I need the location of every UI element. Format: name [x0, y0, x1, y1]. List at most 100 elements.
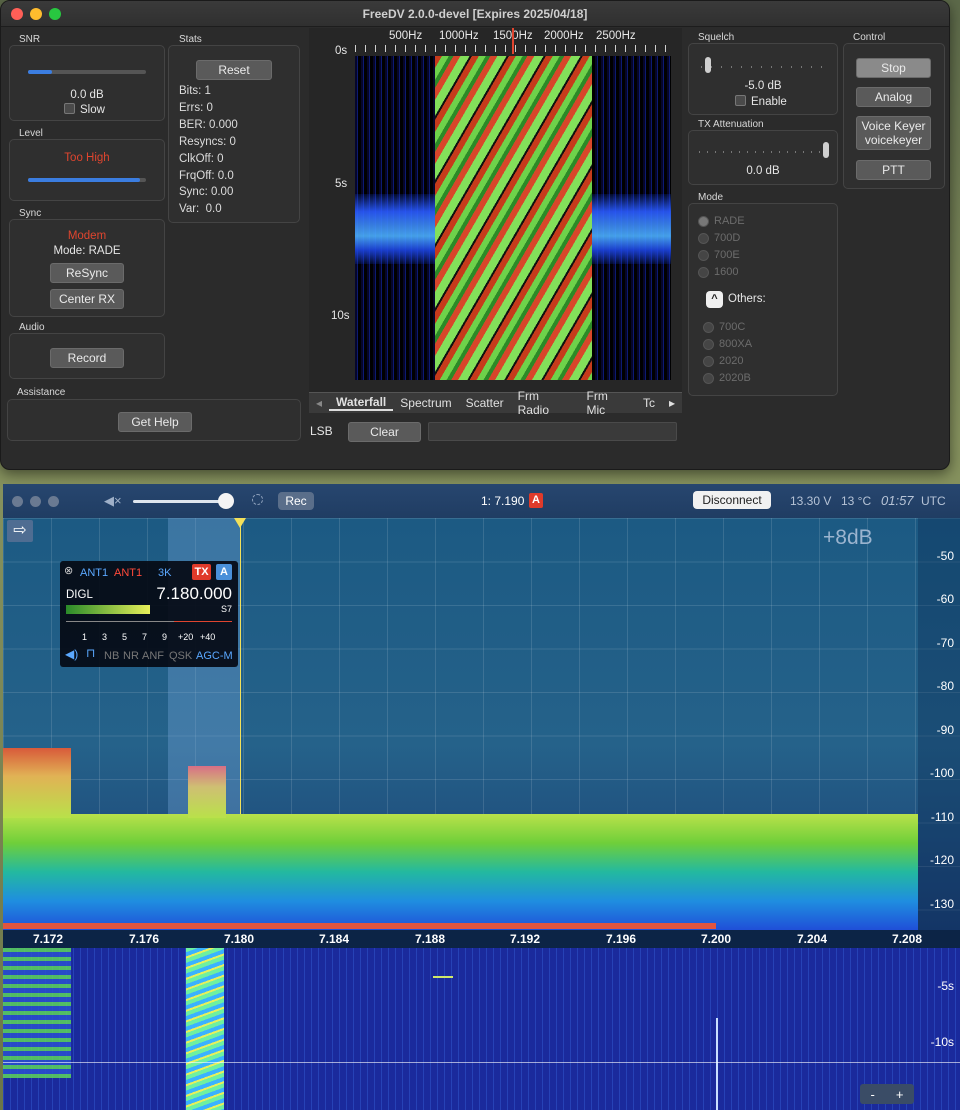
sdr-zoom-button[interactable] — [48, 496, 59, 507]
db-label-70: -70 — [936, 636, 954, 650]
expand-panel-icon[interactable]: ⇨ — [7, 520, 33, 542]
sdr-waterfall[interactable]: -5s -10s - + — [3, 948, 960, 1110]
mode-radio-700e[interactable]: 700E — [698, 249, 740, 261]
stop-button[interactable]: Stop — [856, 58, 931, 78]
tab-frm-radio[interactable]: Frm Radio — [511, 389, 580, 417]
dsp-agc[interactable]: AGC-M — [196, 650, 233, 662]
mode-radio-2020b[interactable]: 2020B — [703, 372, 751, 384]
waterfall-zoom-control: - + — [860, 1084, 914, 1104]
squelch-slider-track — [701, 66, 827, 68]
meter-scale-20: +20 — [178, 632, 194, 642]
center-rx-button[interactable]: Center RX — [50, 289, 124, 309]
volume-slider-track — [133, 500, 231, 503]
mode-radio-2020[interactable]: 2020 — [703, 355, 743, 367]
db-label-90: -90 — [936, 723, 954, 737]
speaker-muted-icon[interactable]: ◀× — [104, 493, 122, 509]
slice-tx-antenna[interactable]: ANT1 — [114, 567, 142, 579]
s-meter-over9-line — [174, 621, 232, 622]
control-label: Control — [853, 32, 886, 43]
freq-ticks — [355, 45, 671, 52]
resync-button[interactable]: ReSync — [50, 263, 124, 283]
slice-tx-badge[interactable]: TX — [192, 564, 211, 580]
slice-close-icon[interactable]: ⊗ — [64, 564, 73, 577]
mode-readout: Mode: RADE — [53, 245, 121, 257]
status-text-field[interactable] — [428, 422, 677, 441]
mode-radio-700d[interactable]: 700D — [698, 232, 740, 244]
sdr-minimize-button[interactable] — [30, 496, 41, 507]
dsp-qsk[interactable]: QSK — [169, 650, 192, 662]
freedv-waterfall[interactable] — [355, 56, 671, 380]
squelch-enable-box[interactable] — [735, 95, 746, 106]
temperature-readout: 13 °C — [841, 494, 872, 508]
tab-scroll-left-icon[interactable]: ◂ — [309, 396, 329, 410]
slice-marker-icon[interactable] — [234, 518, 246, 528]
frequency-axis[interactable]: 7.172 7.176 7.180 7.184 7.188 7.192 7.19… — [3, 930, 960, 948]
volume-slider-thumb[interactable] — [218, 493, 234, 509]
tab-spectrum[interactable]: Spectrum — [393, 396, 458, 410]
level-label: Level — [19, 128, 43, 139]
slice-letter: A — [216, 564, 232, 580]
squelch-enable-checkbox[interactable]: Enable — [735, 95, 787, 108]
slice-frequency[interactable]: 7.180.000 — [156, 584, 232, 604]
mode-radio-800xa[interactable]: 800XA — [703, 338, 752, 350]
stat-var: Var: 0.0 — [179, 203, 222, 215]
clear-button[interactable]: Clear — [348, 422, 421, 442]
display-tabs: ◂ Waterfall Spectrum Scatter Frm Radio F… — [309, 389, 682, 417]
dsp-nr[interactable]: NR — [123, 650, 139, 662]
sdr-close-button[interactable] — [12, 496, 23, 507]
dsp-nb[interactable]: NB — [104, 650, 119, 662]
zoom-out-button[interactable]: - — [871, 1087, 875, 1102]
stat-resyncs: Resyncs: 0 — [179, 136, 236, 148]
get-help-button[interactable]: Get Help — [118, 412, 192, 432]
zoom-in-button[interactable]: + — [896, 1087, 904, 1102]
slice-lock-icon[interactable]: ⊓ — [86, 646, 95, 660]
slice-rx-antenna[interactable]: ANT1 — [80, 567, 108, 579]
snr-label: SNR — [19, 34, 41, 45]
settings-icon[interactable] — [252, 494, 263, 505]
panadapter[interactable]: ⇨ +8dB -50 -60 -70 -80 -90 -100 -110 -12… — [3, 518, 960, 930]
freq-tick-7184: 7.184 — [319, 932, 350, 946]
tx-atten-slider-thumb[interactable] — [823, 142, 829, 158]
tab-scatter[interactable]: Scatter — [459, 396, 511, 410]
freq-tick-7192: 7.192 — [510, 932, 541, 946]
slice-flag: ⊗ ANT1 ANT1 3K TX A DIGL 7.180.000 S7 1 … — [60, 561, 238, 667]
slow-checkbox-box[interactable] — [64, 103, 75, 114]
reset-button[interactable]: Reset — [196, 60, 272, 80]
record-button[interactable]: Record — [50, 348, 124, 368]
tab-waterfall[interactable]: Waterfall — [329, 395, 394, 411]
tab-scroll-right-icon[interactable]: ▸ — [662, 396, 682, 410]
timezone-label: UTC — [921, 494, 946, 508]
db-label-130: -130 — [929, 897, 954, 911]
audio-label: Audio — [19, 322, 45, 333]
title-bar: FreeDV 2.0.0-devel [Expires 2025/04/18] — [1, 1, 949, 27]
meter-scale-3: 3 — [102, 632, 108, 642]
freedv-window: FreeDV 2.0.0-devel [Expires 2025/04/18] … — [0, 0, 950, 470]
meter-scale-40: +40 — [200, 632, 216, 642]
voice-keyer-button[interactable]: Voice Keyer voicekeyer — [856, 116, 931, 150]
mode-radio-1600[interactable]: 1600 — [698, 266, 738, 278]
waterfall-rade-signal — [186, 948, 224, 1110]
slow-checkbox[interactable]: Slow — [64, 103, 105, 116]
others-expand-icon[interactable]: ^ — [706, 291, 723, 308]
slice-mode[interactable]: DIGL — [66, 589, 93, 601]
mode-radio-rade[interactable]: RADE — [698, 215, 745, 227]
ptt-button[interactable]: PTT — [856, 160, 931, 180]
mode-radio-700c[interactable]: 700C — [703, 321, 745, 333]
tab-frm-mic[interactable]: Frm Mic — [580, 389, 636, 417]
tx-attenuation-group: 0.0 dB — [688, 130, 838, 185]
sync-label: Sync — [19, 208, 42, 219]
analog-button[interactable]: Analog — [856, 87, 931, 107]
meter-scale-9: 9 — [162, 632, 168, 642]
tab-tc[interactable]: Tc — [636, 396, 662, 410]
squelch-slider-thumb[interactable] — [705, 57, 711, 73]
signal-peak-left — [3, 748, 71, 818]
slice-bandwidth[interactable]: 3K — [158, 567, 171, 579]
slice-audio-icon[interactable]: ◀) — [65, 647, 78, 661]
dsp-anf[interactable]: ANF — [142, 650, 164, 662]
db-label-60: -60 — [936, 592, 954, 606]
stat-bits: Bits: 1 — [179, 85, 211, 97]
audio-group: Record — [9, 333, 165, 379]
db-scale[interactable]: -50 -60 -70 -80 -90 -100 -110 -120 -130 — [918, 518, 960, 930]
rec-button[interactable]: Rec — [278, 492, 314, 510]
disconnect-button[interactable]: Disconnect — [693, 491, 771, 509]
